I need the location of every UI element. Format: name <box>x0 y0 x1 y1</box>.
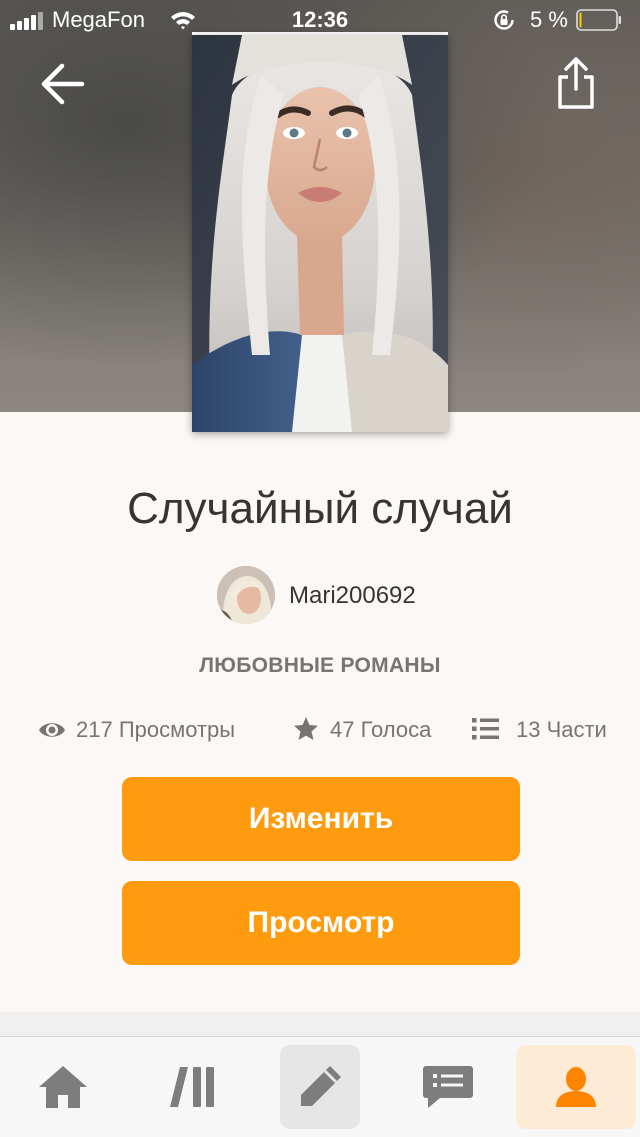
author-avatar[interactable] <box>217 566 275 624</box>
star-icon <box>294 717 318 740</box>
section-divider <box>0 1012 640 1036</box>
list-icon <box>472 718 499 740</box>
votes-stat: 47 Голоса <box>293 710 453 750</box>
share-icon[interactable] <box>552 55 600 111</box>
votes-count: 47 Голоса <box>330 717 432 742</box>
story-cover-image <box>192 35 448 432</box>
bottom-tab-bar <box>0 1036 640 1137</box>
pencil-icon <box>301 1066 341 1106</box>
profile-icon <box>556 1067 596 1107</box>
views-count: 217 Просмотры <box>76 717 236 742</box>
tab-profile[interactable] <box>516 1045 636 1129</box>
chat-icon <box>423 1066 473 1108</box>
author-name[interactable]: Mari200692 <box>289 582 416 610</box>
story-title: Случайный случай <box>127 484 513 533</box>
eye-icon <box>39 723 65 737</box>
battery-percent: 5 % <box>530 7 568 32</box>
genre-label[interactable]: ЛЮБОВНЫЕ РОМАНЫ <box>0 654 640 678</box>
story-stats: 217 Просмотры 47 Голоса 13 Части <box>0 710 640 750</box>
parts-count: 13 Части <box>516 717 607 742</box>
tab-write[interactable] <box>280 1045 360 1129</box>
battery-icon <box>576 9 621 31</box>
parts-stat: 13 Части <box>472 710 632 750</box>
back-arrow-icon[interactable] <box>38 58 90 110</box>
tab-home[interactable] <box>23 1045 103 1129</box>
home-icon <box>39 1066 87 1108</box>
views-stat: 217 Просмотры <box>38 710 258 750</box>
author-row[interactable]: Mari200692 <box>0 566 640 626</box>
rotation-lock-icon <box>494 10 514 30</box>
view-button[interactable]: Просмотр <box>122 881 520 965</box>
library-icon <box>170 1067 214 1107</box>
tab-messages[interactable] <box>408 1045 488 1129</box>
tab-library[interactable] <box>153 1045 233 1129</box>
edit-button[interactable]: Изменить <box>122 777 520 861</box>
